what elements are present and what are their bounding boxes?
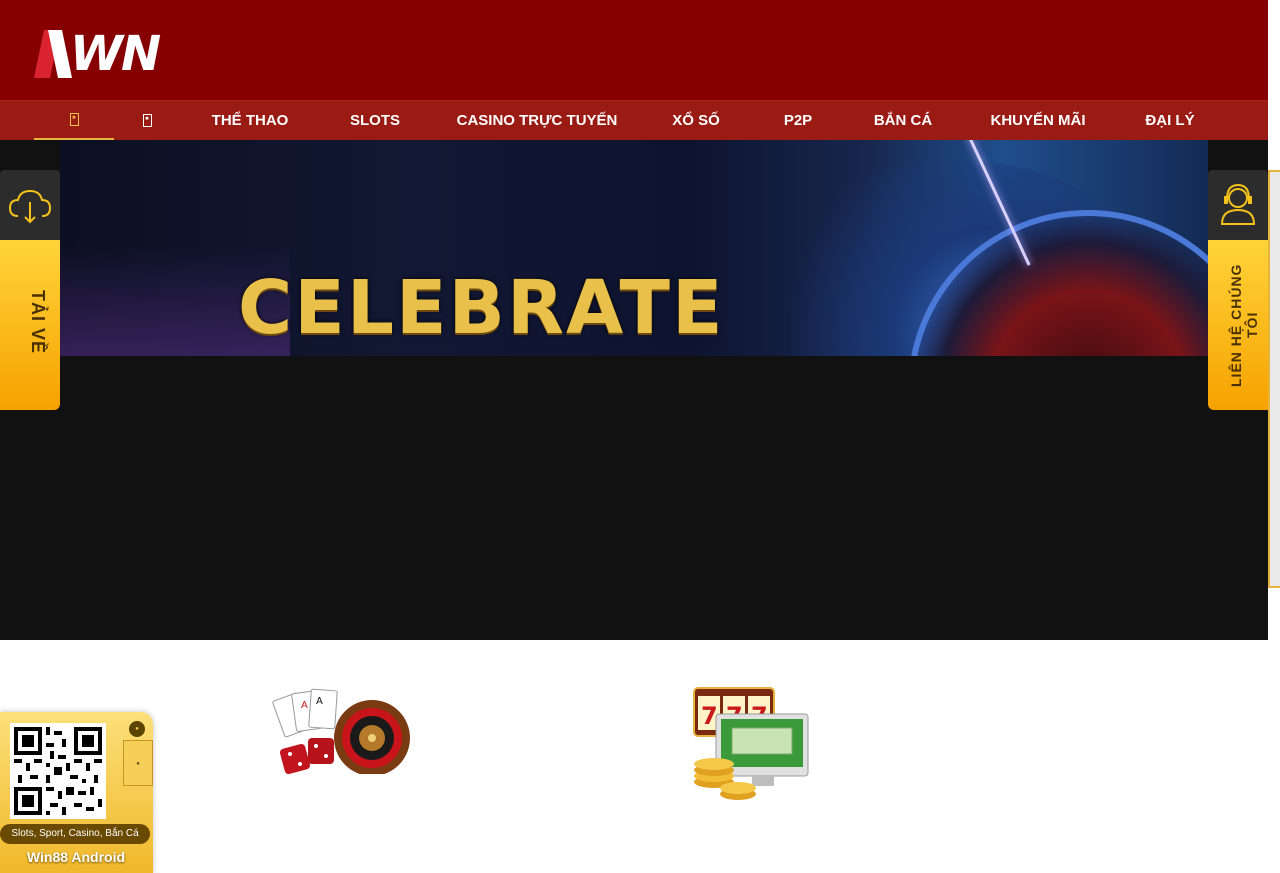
download-label-box: TẢI VỀ <box>0 240 60 410</box>
qr-code-icon <box>10 723 106 819</box>
hero-section: CELEBRATE <box>0 140 1268 640</box>
logo-text: WN <box>70 26 161 82</box>
logo-mark-icon <box>34 30 72 78</box>
slot-machine-icon: 7 7 7 <box>693 687 809 800</box>
nav-item-slots[interactable]: SLOTS <box>340 101 410 140</box>
svg-text:A: A <box>301 700 308 711</box>
nav-item-p2p[interactable]: P2P <box>776 101 820 140</box>
grid-icon: ▪ <box>142 114 152 127</box>
casino-cards-roulette-icon: A A <box>272 688 410 776</box>
casino-product-image[interactable]: A A <box>268 688 410 776</box>
site-header: WN <box>0 0 1268 100</box>
qr-badge-icon: ▪ <box>129 721 145 737</box>
qr-side-tab[interactable]: ▪ <box>123 740 153 786</box>
right-edge-panel <box>1268 170 1280 588</box>
nav-home-button[interactable]: ▪ <box>34 101 114 140</box>
nav-item-xo-so[interactable]: XỔ SỐ <box>666 101 726 140</box>
banner-title: CELEBRATE <box>238 265 725 351</box>
support-agent-icon <box>1220 183 1256 225</box>
nav-secondary-button[interactable]: ▪ <box>134 101 160 140</box>
contact-label-box: LIÊN HỆ CHÚNG TÔI <box>1208 240 1268 410</box>
svg-text:A: A <box>316 696 323 707</box>
page-gutter <box>1268 0 1280 170</box>
app-tagline: Slots, Sport, Casino, Bắn Cá <box>0 824 150 844</box>
site-logo[interactable]: WN <box>34 26 161 82</box>
contact-label: LIÊN HỆ CHÚNG TÔI <box>1228 263 1260 387</box>
main-nav: ▪ ▪ THỂ THAO SLOTS CASINO TRỰC TUYẾN XỔ … <box>0 100 1268 140</box>
cloud-download-icon <box>8 189 52 224</box>
app-title[interactable]: Win88 Android <box>0 849 152 865</box>
nav-item-khuyen-mai[interactable]: KHUYẾN MÃI <box>984 101 1092 140</box>
home-icon: ▪ <box>69 113 79 126</box>
nav-item-ban-ca[interactable]: BẮN CÁ <box>866 101 940 140</box>
download-side-tab[interactable]: TẢI VỀ <box>0 170 60 410</box>
svg-text:7: 7 <box>701 702 718 730</box>
nav-item-casino[interactable]: CASINO TRỰC TUYẾN <box>456 101 618 140</box>
contact-icon-box <box>1208 170 1268 240</box>
download-label: TẢI VỀ <box>28 290 48 355</box>
app-download-widget[interactable]: ▪ ▪ Slots, Sport, Casino, Bắn Cá Win88 A… <box>0 712 153 873</box>
contact-side-tab[interactable]: LIÊN HỆ CHÚNG TÔI <box>1208 170 1268 410</box>
hero-banner[interactable]: CELEBRATE <box>60 140 1208 356</box>
qr-code-image[interactable] <box>10 723 106 819</box>
slots-product-image[interactable]: 7 7 7 <box>692 686 810 806</box>
download-icon-box <box>0 170 60 240</box>
nav-item-dai-ly[interactable]: ĐẠI LÝ <box>1138 101 1202 140</box>
nav-item-the-thao[interactable]: THỂ THAO <box>204 101 296 140</box>
